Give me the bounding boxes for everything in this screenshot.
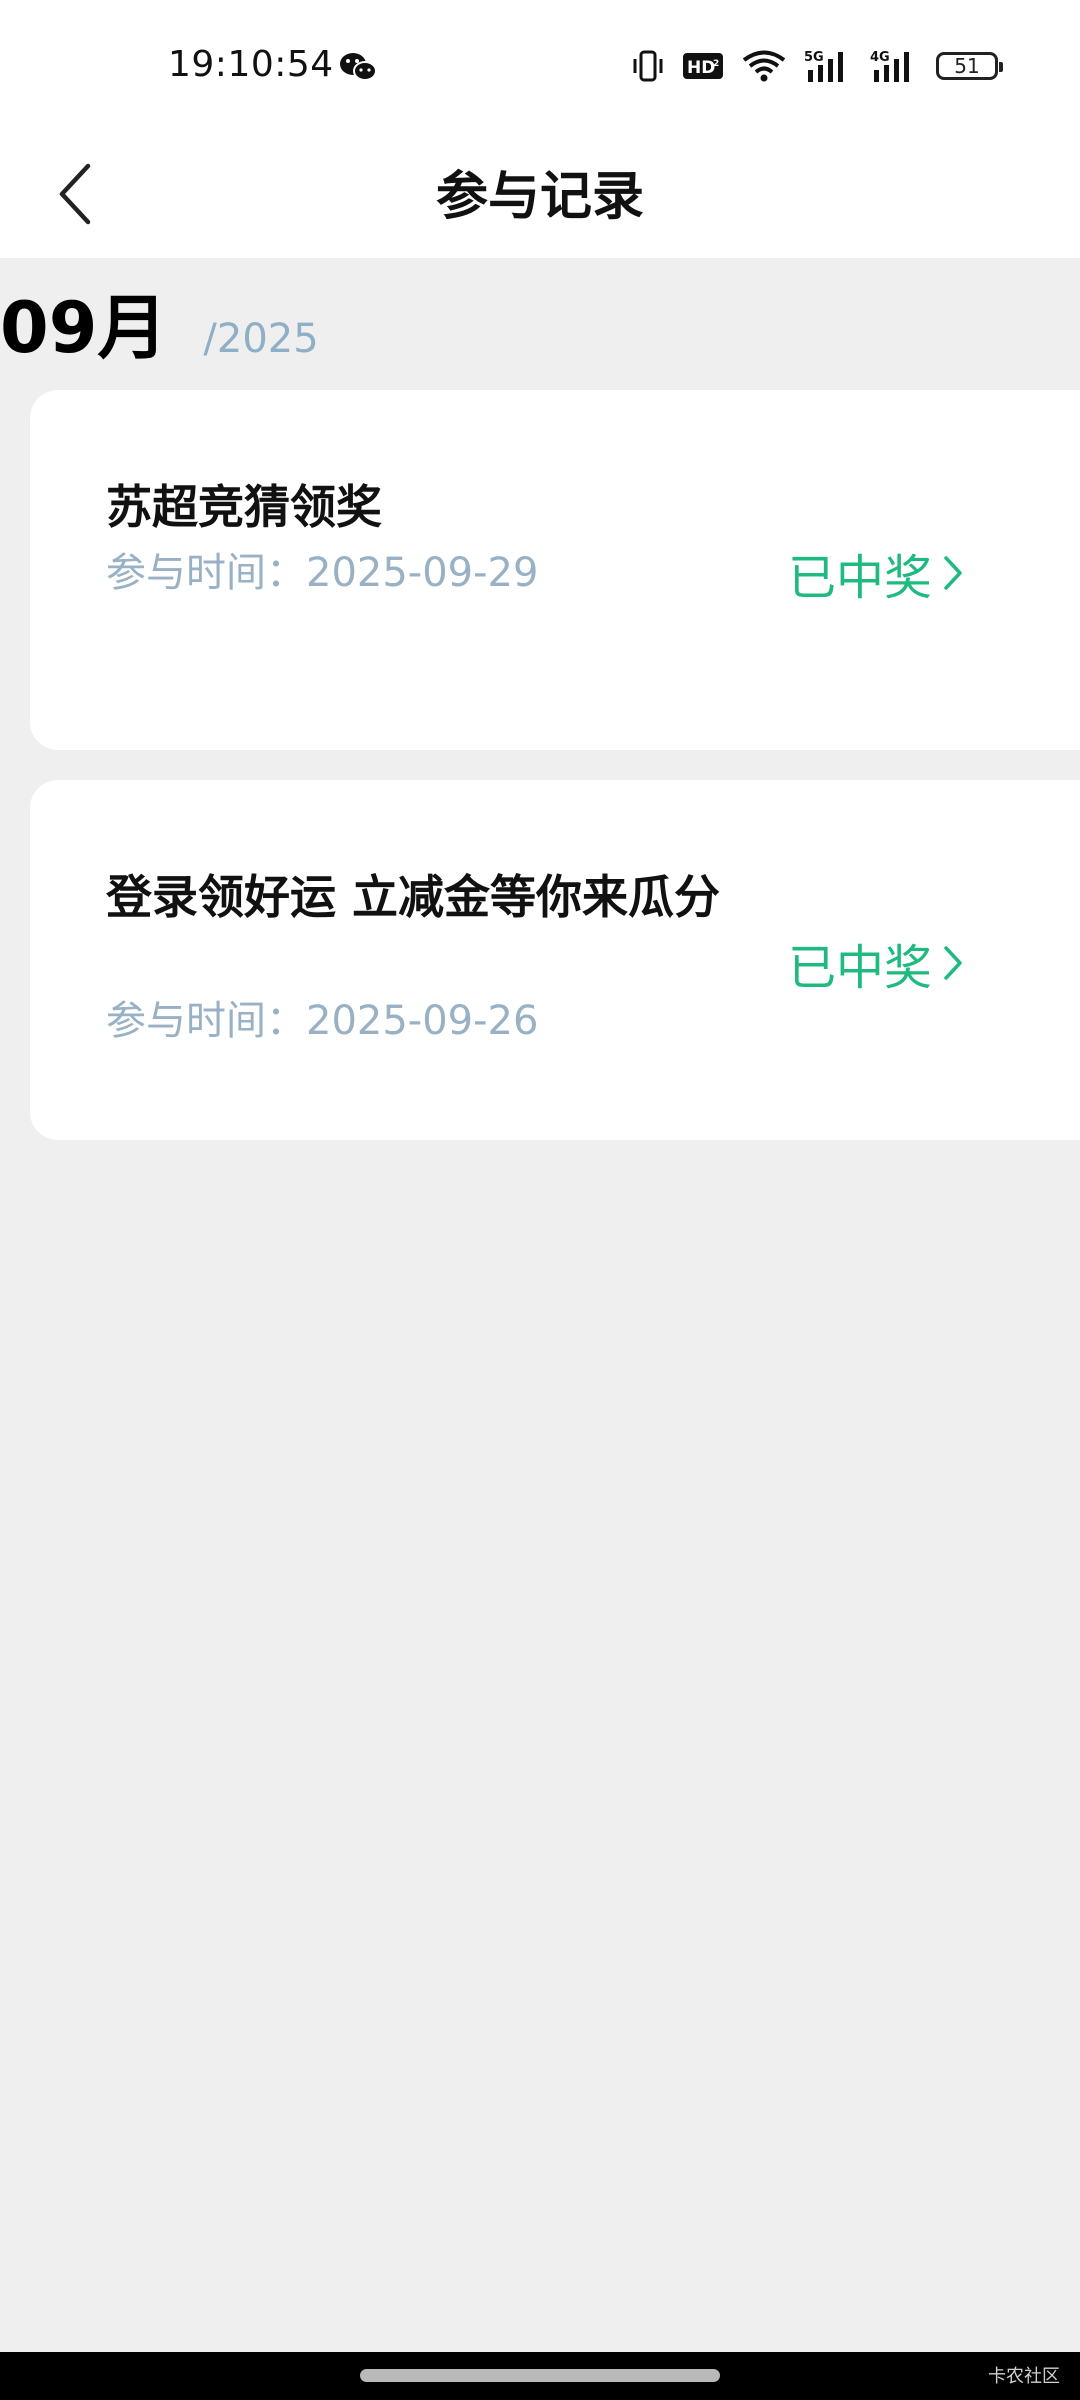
hd-icon: HD 2: [683, 53, 723, 79]
chevron-right-icon: [944, 556, 962, 590]
watermark: 卡农社区: [988, 2366, 1060, 2387]
record-status-link[interactable]: 已中奖: [788, 928, 964, 998]
status-time: 19:10:54: [168, 44, 334, 85]
chevron-right-icon: [944, 946, 962, 980]
record-status: 已中奖: [788, 550, 933, 606]
5g-signal-icon: 5G: [804, 50, 843, 82]
record-title: 苏超竞猜领奖: [106, 480, 382, 534]
record-date: 参与时间：2025-09-29: [106, 550, 539, 596]
year-label: /2025: [203, 316, 319, 362]
header: 参与记录: [0, 130, 1080, 258]
month-label: 09月: [0, 287, 168, 369]
record-card[interactable]: 苏超竞猜领奖 参与时间：2025-09-29 已中奖: [30, 390, 1080, 750]
page-title: 参与记录: [435, 167, 644, 227]
screen: 19:10:54 HD 2 5G 4G 51 参与记录 09月 /2025 苏超…: [0, 0, 1080, 2400]
svg-text:HD: HD: [687, 58, 715, 78]
battery-level: 51: [954, 54, 980, 78]
svg-text:2: 2: [713, 59, 719, 69]
home-indicator[interactable]: [360, 2369, 720, 2382]
wifi-icon: [742, 50, 786, 82]
wechat-icon: [340, 53, 377, 81]
record-status: 已中奖: [788, 940, 933, 996]
record-card[interactable]: 登录领好运 立减金等你来瓜分 参与时间：2025-09-26 已中奖: [30, 780, 1080, 1140]
battery-icon: 51: [936, 52, 1003, 80]
month-heading: 09月 /2025: [0, 272, 319, 369]
svg-text:5G: 5G: [804, 50, 824, 65]
record-date: 参与时间：2025-09-26: [106, 998, 539, 1044]
vibrate-icon: [633, 50, 663, 82]
status-icons: HD 2 5G 4G 51: [632, 46, 1003, 86]
system-nav-bar: 卡农社区: [0, 2352, 1080, 2400]
record-status-link[interactable]: 已中奖: [788, 538, 964, 608]
4g-signal-icon: 4G: [870, 50, 909, 82]
svg-text:4G: 4G: [870, 50, 890, 65]
status-bar: 19:10:54 HD 2 5G 4G 51: [0, 0, 1080, 130]
record-title: 登录领好运 立减金等你来瓜分: [106, 870, 721, 924]
